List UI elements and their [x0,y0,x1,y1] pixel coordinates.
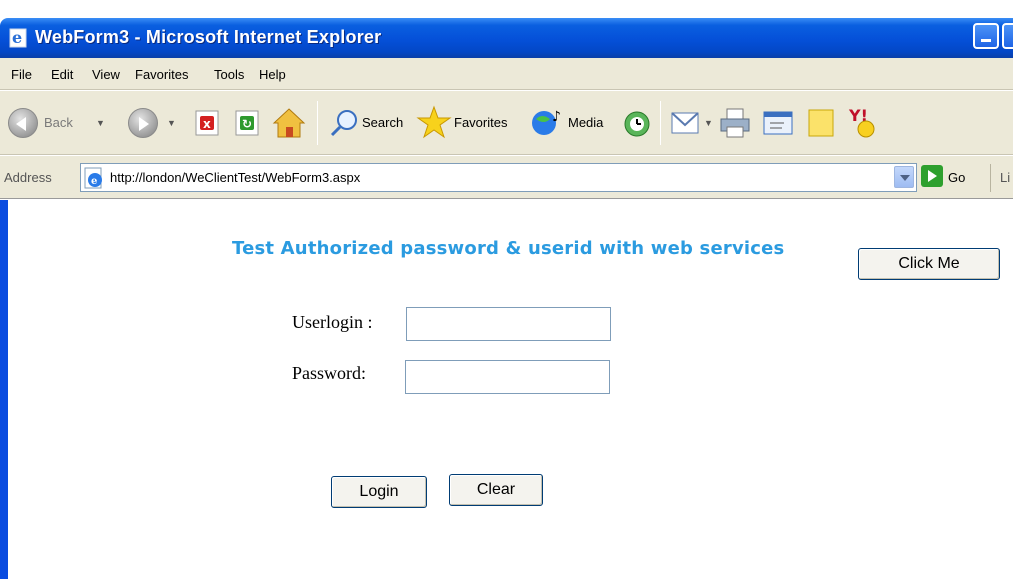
back-button[interactable]: Back ▼ [4,91,114,155]
favorites-label: Favorites [454,115,508,130]
print-icon[interactable] [718,107,752,139]
favorites-button[interactable]: Favorites [416,91,522,155]
search-label: Search [362,115,404,130]
back-arrow-icon [8,108,38,138]
links-label[interactable]: Li [1000,170,1010,185]
menu-help[interactable]: Help [259,67,286,82]
go-arrow-icon[interactable] [921,165,943,187]
toolbar-separator [317,101,318,145]
svg-text:♪: ♪ [552,109,561,125]
internet-explorer-icon: e [9,28,27,48]
search-button[interactable]: Search [326,91,410,155]
address-url[interactable]: http://london/WeClientTest/WebForm3.aspx [110,170,360,185]
menu-edit[interactable]: Edit [51,67,73,82]
address-bar: Address e http://london/WeClientTest/Web… [0,156,1013,199]
password-label: Password: [292,363,367,383]
minimize-button[interactable] [973,23,999,49]
svg-text:↻: ↻ [242,117,252,131]
login-button[interactable]: Login [331,476,427,508]
toolbar-separator [660,101,661,145]
go-label[interactable]: Go [948,170,965,185]
history-icon[interactable] [622,109,652,139]
media-icon: ♪ [532,109,561,135]
userlogin-label: Userlogin : [292,312,373,332]
window-title: WebForm3 - Microsoft Internet Explorer [35,27,382,47]
home-icon[interactable] [272,107,306,139]
back-label: Back [44,115,73,130]
refresh-icon[interactable]: ↻ [234,109,262,137]
menu-favorites[interactable]: Favorites [135,67,188,82]
mail-icon[interactable] [670,109,702,137]
page-heading: Test Authorized password & userid with w… [232,238,785,259]
toolbar: Back ▼ ▼ x ↻ Search Favorites ♪ Media ▼ … [0,91,1013,155]
media-button[interactable]: ♪ Media [530,91,616,155]
svg-text:e: e [91,176,97,187]
forward-dropdown-icon[interactable]: ▼ [167,118,176,128]
userlogin-input[interactable] [406,307,611,341]
menu-view[interactable]: View [92,67,120,82]
menu-file[interactable]: File [11,67,32,82]
clear-button[interactable]: Clear [449,474,543,506]
menu-tools[interactable]: Tools [214,67,244,82]
search-icon [330,110,357,137]
window-title-bar[interactable]: e WebForm3 - Microsoft Internet Explorer [0,18,1013,58]
password-input[interactable] [405,360,610,394]
svg-text:x: x [203,117,211,131]
links-separator [990,164,991,192]
back-dropdown-icon[interactable]: ▼ [96,118,105,128]
maximize-button[interactable] [1002,23,1013,49]
address-label: Address [4,170,52,185]
favorites-star-icon [416,105,452,139]
discuss-note-icon[interactable] [806,107,838,139]
page-icon: e [84,167,102,189]
media-label: Media [568,115,604,130]
mail-dropdown-icon[interactable]: ▼ [704,118,713,128]
stop-icon[interactable]: x [194,109,222,137]
forward-button[interactable]: ▼ [118,91,180,155]
edit-icon[interactable] [762,109,796,137]
address-dropdown-button[interactable] [894,166,914,188]
yahoo-messenger-icon[interactable]: Y! [848,105,880,139]
menu-bar: File Edit View Favorites Tools Help [0,58,1013,90]
click-me-button[interactable]: Click Me [858,248,1000,280]
forward-arrow-icon [128,108,158,138]
svg-text:e: e [12,28,22,47]
window-left-border [0,200,8,579]
